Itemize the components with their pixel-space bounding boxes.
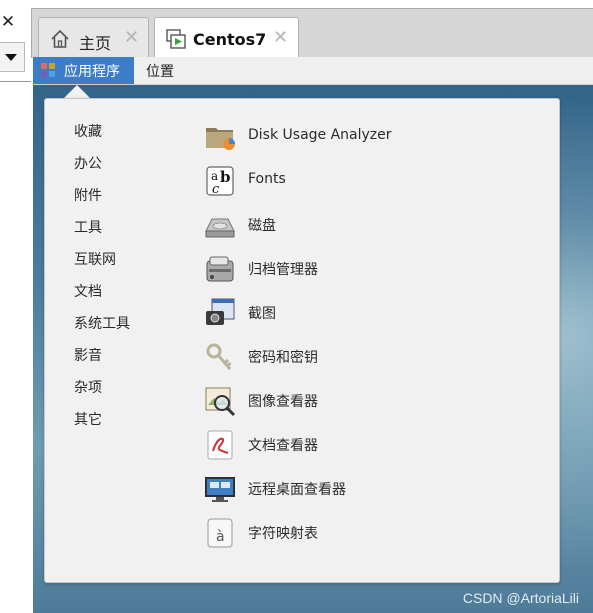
- gnome-foot-icon: [41, 63, 55, 77]
- applications-label: 应用程序: [64, 64, 120, 80]
- chevron-down-icon: [5, 54, 17, 61]
- app-label: 文档查看器: [248, 438, 318, 454]
- disks-icon: [205, 218, 235, 238]
- app-remote-desktop-viewer[interactable]: 远程桌面查看器: [204, 469, 534, 509]
- app-label: 磁盘: [248, 218, 276, 234]
- svg-text:à: à: [216, 529, 225, 545]
- category-utilities[interactable]: 工具: [74, 217, 102, 237]
- app-label: 密码和密钥: [248, 350, 318, 366]
- passwords-keys-icon: [206, 343, 232, 370]
- close-icon[interactable]: ✕: [273, 27, 288, 48]
- fonts-icon: a b c: [206, 166, 234, 197]
- watermark: CSDN @ArtoriaLili: [462, 590, 579, 606]
- screenshot-icon: [206, 298, 235, 325]
- disk-usage-analyzer-icon: [206, 128, 235, 150]
- app-label: 字符映射表: [248, 526, 318, 542]
- app-passwords-and-keys[interactable]: 密码和密钥: [204, 337, 534, 377]
- app-character-map[interactable]: à 字符映射表: [204, 513, 534, 553]
- places-menu-button[interactable]: 位置: [146, 61, 174, 81]
- tab-centos7[interactable]: Centos7 ✕: [154, 17, 299, 59]
- category-documents[interactable]: 文档: [74, 281, 102, 301]
- category-accessories[interactable]: 附件: [74, 185, 102, 205]
- applications-popup-menu: 收藏 办公 附件 工具 互联网 文档 系统工具 影音 杂项 其它 Disk Us…: [44, 98, 560, 583]
- app-label: 截图: [248, 306, 276, 322]
- character-map-icon: à: [207, 518, 233, 548]
- home-icon: [51, 29, 69, 48]
- vm-icon: [166, 29, 186, 49]
- category-sundry[interactable]: 杂项: [74, 377, 102, 397]
- app-disks[interactable]: 磁盘: [204, 205, 534, 245]
- category-internet[interactable]: 互联网: [74, 249, 116, 269]
- tab-home[interactable]: 主页 ✕: [38, 17, 149, 57]
- app-label: 归档管理器: [248, 262, 318, 278]
- app-screenshot[interactable]: 截图: [204, 293, 534, 333]
- category-other[interactable]: 其它: [74, 409, 102, 429]
- app-label: Disk Usage Analyzer: [248, 127, 392, 143]
- close-icon[interactable]: ✕: [0, 12, 16, 32]
- remote-desktop-viewer-icon: [205, 477, 235, 502]
- app-image-viewer[interactable]: 图像查看器: [204, 381, 534, 421]
- svg-text:b: b: [220, 168, 231, 186]
- tab-label: Centos7: [193, 30, 267, 49]
- svg-text:c: c: [212, 182, 220, 197]
- guest-desktop: 应用程序 位置 收藏 办公 附件 工具 互联网 文档 系统工具 影音 杂项 其它…: [33, 57, 593, 613]
- dropdown-button[interactable]: [0, 42, 25, 72]
- tab-label: 主页: [79, 34, 112, 53]
- top-panel: 应用程序 位置: [33, 57, 593, 85]
- category-favorites[interactable]: 收藏: [74, 121, 102, 141]
- tab-bar: 主页 ✕ Centos7 ✕: [31, 8, 593, 59]
- menu-pointer: [64, 85, 90, 98]
- host-left-panel: ✕: [0, 0, 31, 613]
- image-viewer-icon: [205, 387, 236, 417]
- svg-text:a: a: [211, 169, 218, 183]
- category-multimedia[interactable]: 影音: [74, 345, 102, 365]
- category-system-tools[interactable]: 系统工具: [74, 313, 130, 333]
- divider: [0, 81, 31, 82]
- app-archive-manager[interactable]: 归档管理器: [204, 249, 534, 289]
- app-label: 图像查看器: [248, 394, 318, 410]
- document-viewer-icon: [207, 430, 233, 460]
- applications-menu-button[interactable]: 应用程序: [33, 57, 134, 84]
- app-fonts[interactable]: a b c Fonts: [204, 161, 534, 201]
- app-label: 远程桌面查看器: [248, 482, 346, 498]
- archive-manager-icon: [206, 256, 234, 282]
- app-disk-usage-analyzer[interactable]: Disk Usage Analyzer: [204, 117, 534, 157]
- category-office[interactable]: 办公: [74, 153, 102, 173]
- close-icon[interactable]: ✕: [124, 27, 139, 48]
- app-document-viewer[interactable]: 文档查看器: [204, 425, 534, 465]
- app-label: Fonts: [248, 171, 286, 187]
